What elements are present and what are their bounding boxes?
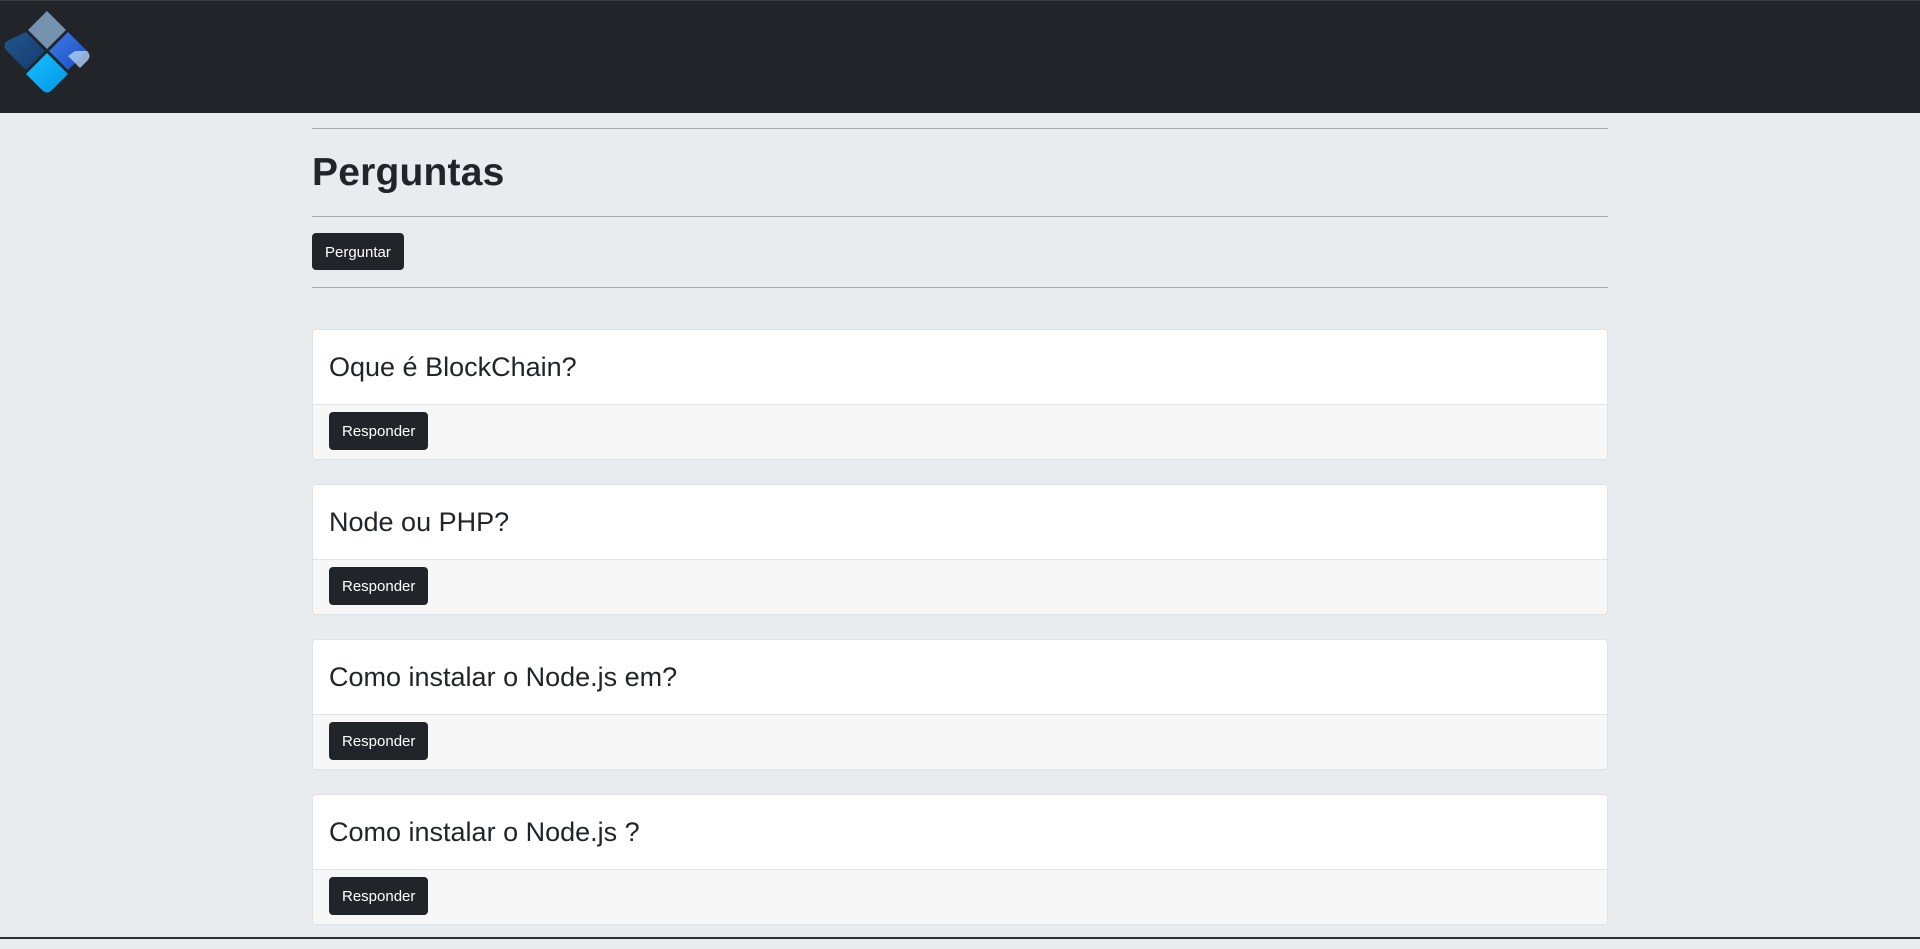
- blockchain-logo-icon[interactable]: [0, 9, 96, 105]
- question-card-body: Node ou PHP?: [313, 485, 1607, 559]
- answer-button[interactable]: Responder: [329, 721, 429, 760]
- question-card-footer: Responder: [313, 868, 1607, 924]
- question-title: Como instalar o Node.js ?: [329, 816, 640, 847]
- ask-question-button[interactable]: Perguntar: [312, 232, 404, 270]
- ask-row: Perguntar: [312, 232, 1608, 270]
- question-list: Oque é BlockChain? Responder Node ou PHP…: [312, 328, 1608, 925]
- question-title: Como instalar o Node.js em?: [329, 661, 678, 692]
- question-card-body: Como instalar o Node.js ?: [313, 795, 1607, 869]
- question-card-footer: Responder: [313, 713, 1607, 769]
- question-card: Como instalar o Node.js em? Responder: [312, 638, 1608, 770]
- answer-button[interactable]: Responder: [329, 411, 429, 450]
- page-title: Perguntas: [312, 151, 505, 194]
- question-card: Node ou PHP? Responder: [312, 483, 1608, 615]
- question-card-body: Oque é BlockChain?: [313, 330, 1607, 404]
- question-title: Node ou PHP?: [329, 506, 510, 537]
- question-card: Oque é BlockChain? Responder: [312, 328, 1608, 460]
- divider: [312, 128, 1608, 129]
- divider: [312, 286, 1608, 288]
- divider: [312, 215, 1608, 217]
- navbar: [0, 0, 1920, 113]
- main-container: Perguntas Perguntar Oque é BlockChain? R…: [312, 113, 1608, 949]
- question-card-footer: Responder: [313, 403, 1607, 459]
- question-card: Como instalar o Node.js ? Responder: [312, 793, 1608, 925]
- question-card-body: Como instalar o Node.js em?: [313, 640, 1607, 714]
- answer-button[interactable]: Responder: [329, 566, 429, 605]
- question-title: Oque é BlockChain?: [329, 351, 577, 382]
- answer-button[interactable]: Responder: [329, 876, 429, 915]
- question-card-footer: Responder: [313, 558, 1607, 614]
